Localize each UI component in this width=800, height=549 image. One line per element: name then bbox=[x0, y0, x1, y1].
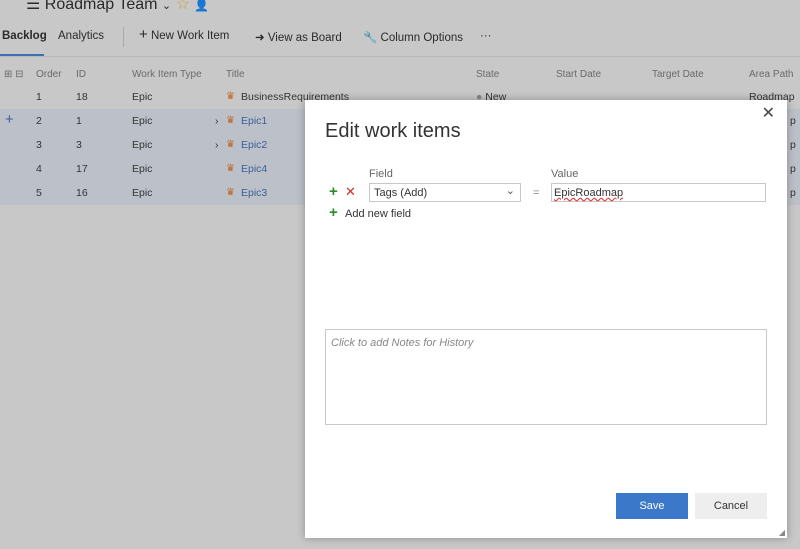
type-cell: Epic bbox=[132, 139, 153, 151]
close-icon[interactable]: ✕ bbox=[762, 103, 775, 123]
favorite-star-icon[interactable]: ☆ bbox=[176, 0, 190, 13]
add-field-plus-icon: + bbox=[329, 204, 338, 221]
id-cell: 1 bbox=[76, 115, 82, 127]
chevron-down-icon: ⌄ bbox=[161, 0, 172, 12]
new-work-item-button[interactable]: + New Work Item bbox=[139, 27, 229, 42]
type-cell: Epic bbox=[132, 187, 153, 199]
cancel-button[interactable]: Cancel bbox=[695, 493, 767, 519]
id-cell: 17 bbox=[76, 163, 88, 175]
team-icon: ☰ bbox=[26, 0, 45, 13]
column-header-id[interactable]: ID bbox=[76, 69, 86, 80]
history-notes-input[interactable]: Click to add Notes for History bbox=[325, 329, 767, 425]
order-cell: 5 bbox=[36, 187, 42, 199]
title-cell[interactable]: Epic3 bbox=[241, 187, 267, 199]
type-cell: Epic bbox=[132, 91, 153, 103]
plus-icon: + bbox=[139, 26, 148, 43]
epic-crown-icon: ♛ bbox=[226, 91, 235, 102]
remove-row-x-icon[interactable]: ✕ bbox=[345, 184, 356, 200]
wrench-icon: 🔧 bbox=[363, 32, 378, 44]
column-options-button[interactable]: 🔧 Column Options bbox=[363, 30, 463, 44]
area-cell: p bbox=[790, 187, 796, 199]
title-cell[interactable]: Epic2 bbox=[241, 139, 267, 151]
view-as-board-button[interactable]: ➜ View as Board bbox=[255, 30, 342, 44]
column-header-start-date[interactable]: Start Date bbox=[556, 69, 601, 80]
order-cell: 4 bbox=[36, 163, 42, 175]
column-header-target-date[interactable]: Target Date bbox=[652, 69, 704, 80]
save-button[interactable]: Save bbox=[616, 493, 688, 519]
area-cell: p bbox=[790, 139, 796, 151]
id-cell: 18 bbox=[76, 91, 88, 103]
type-cell: Epic bbox=[132, 163, 153, 175]
field-select[interactable]: Tags (Add) ⌄ bbox=[369, 183, 521, 202]
epic-crown-icon: ♛ bbox=[226, 163, 235, 174]
id-cell: 3 bbox=[76, 139, 82, 151]
column-header-type[interactable]: Work Item Type bbox=[132, 69, 202, 80]
resize-handle[interactable]: ◢ bbox=[779, 528, 785, 537]
order-cell: 2 bbox=[36, 115, 42, 127]
team-selector[interactable]: ☰ Roadmap Team ⌄ ☆ 👤 bbox=[26, 0, 209, 14]
order-cell: 1 bbox=[36, 91, 42, 103]
more-actions-button[interactable]: ··· bbox=[480, 30, 492, 42]
epic-crown-icon: ♛ bbox=[226, 139, 235, 150]
value-label: Value bbox=[551, 168, 579, 180]
area-cell: p bbox=[790, 115, 796, 127]
tab-analytics[interactable]: Analytics bbox=[58, 30, 104, 42]
column-header-state[interactable]: State bbox=[476, 69, 499, 80]
equals-sign: = bbox=[533, 187, 540, 199]
column-header-title[interactable]: Title bbox=[226, 69, 245, 80]
expand-chevron-icon[interactable]: › bbox=[215, 139, 219, 151]
edit-work-items-dialog: ✕ Edit work items Field Value + ✕ Tags (… bbox=[305, 100, 787, 538]
value-input[interactable]: EpicRoadmap bbox=[551, 183, 766, 202]
add-row-plus-icon[interactable]: + bbox=[329, 183, 338, 200]
order-cell: 3 bbox=[36, 139, 42, 151]
type-cell: Epic bbox=[132, 115, 153, 127]
expand-chevron-icon[interactable]: › bbox=[215, 115, 219, 127]
epic-crown-icon: ♛ bbox=[226, 115, 235, 126]
arrow-circle-icon: ➜ bbox=[255, 32, 265, 44]
add-new-field-link[interactable]: Add new field bbox=[345, 208, 411, 220]
title-cell[interactable]: Epic4 bbox=[241, 163, 267, 175]
tab-backlog[interactable]: Backlog bbox=[2, 30, 47, 42]
chevron-down-icon: ⌄ bbox=[505, 185, 515, 197]
id-cell: 16 bbox=[76, 187, 88, 199]
team-members-icon[interactable]: 👤 bbox=[194, 0, 209, 12]
divider bbox=[0, 56, 800, 57]
dialog-title: Edit work items bbox=[325, 120, 461, 142]
expand-all-button[interactable]: ⊞ ⊟ bbox=[4, 69, 24, 80]
field-label: Field bbox=[369, 168, 393, 180]
column-header-order[interactable]: Order bbox=[36, 69, 62, 80]
epic-crown-icon: ♛ bbox=[226, 187, 235, 198]
divider bbox=[123, 27, 124, 47]
add-child-plus-icon[interactable]: + bbox=[5, 111, 14, 128]
area-cell: p bbox=[790, 163, 796, 175]
column-header-area-path[interactable]: Area Path bbox=[749, 69, 793, 80]
title-cell[interactable]: Epic1 bbox=[241, 115, 267, 127]
